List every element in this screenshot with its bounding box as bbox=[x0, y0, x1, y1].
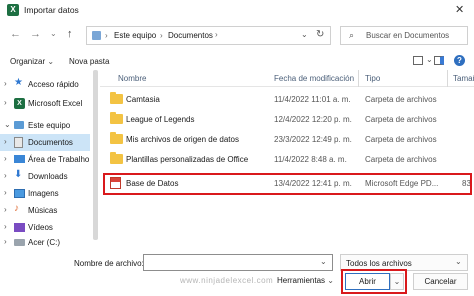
column-header-size[interactable]: Tamaño bbox=[453, 74, 474, 83]
folder-icon bbox=[110, 112, 123, 124]
search-box[interactable]: ⌕ Buscar en Documentos bbox=[340, 26, 468, 45]
excel-icon: X bbox=[14, 98, 25, 109]
sidebar-item-documentos[interactable]: › Documentos bbox=[0, 134, 90, 151]
filename-label: Nombre de archivo: bbox=[74, 259, 144, 268]
folder-icon bbox=[110, 132, 123, 144]
filename-dropdown-icon[interactable]: ⌄ bbox=[320, 257, 327, 266]
sidebar-item-acceso-rapido[interactable]: › ★ Acceso rápido bbox=[0, 76, 90, 93]
file-type: Carpeta de archivos bbox=[365, 115, 437, 124]
file-row-plantillas[interactable]: Plantillas personalizadas de Office 11/4… bbox=[104, 150, 474, 170]
refresh-icon[interactable]: ↻ bbox=[316, 29, 324, 40]
file-date: 11/4/2022 8:48 a. m. bbox=[274, 155, 347, 164]
sidebar-item-musicas[interactable]: › ♪ Músicas bbox=[0, 202, 90, 219]
navigation-pane: › ★ Acceso rápido › X Microsoft Excel ⌄ … bbox=[0, 70, 90, 250]
excel-app-icon: X bbox=[7, 4, 19, 16]
file-row-camtasia[interactable]: Camtasia 11/4/2022 11:01 a. m. Carpeta d… bbox=[104, 90, 474, 110]
filetype-value: Todos los archivos bbox=[346, 259, 412, 268]
file-type: Carpeta de archivos bbox=[365, 135, 437, 144]
view-options-icon[interactable] bbox=[413, 56, 423, 65]
chevron-right-icon[interactable]: › bbox=[4, 137, 7, 146]
filename-input[interactable]: ⌄ bbox=[143, 254, 333, 271]
file-type: Carpeta de archivos bbox=[365, 155, 437, 164]
chevron-down-icon[interactable]: ⌄ bbox=[4, 120, 11, 129]
recent-locations-chevron-icon[interactable]: ⌄ bbox=[50, 29, 57, 38]
file-date: 11/4/2022 11:01 a. m. bbox=[274, 95, 351, 104]
music-icon: ♪ bbox=[14, 203, 19, 214]
star-icon: ★ bbox=[14, 77, 23, 88]
file-date: 12/4/2022 12:20 p. m. bbox=[274, 115, 352, 124]
chevron-down-icon: ⌄ bbox=[327, 276, 334, 285]
window-title: Importar datos bbox=[24, 5, 79, 15]
open-button-highlight bbox=[341, 269, 407, 294]
new-folder-button[interactable]: Nova pasta bbox=[69, 57, 109, 66]
help-icon[interactable]: ? bbox=[454, 55, 465, 66]
search-icon: ⌕ bbox=[349, 30, 355, 40]
sidebar-item-area-de-trabalho[interactable]: › Área de Trabalho bbox=[0, 151, 90, 168]
close-icon[interactable]: ✕ bbox=[455, 3, 464, 16]
desktop-icon bbox=[14, 155, 25, 163]
back-arrow-icon[interactable]: ← bbox=[10, 28, 21, 40]
column-divider[interactable] bbox=[447, 70, 448, 87]
breadcrumb-chevron-icon: › bbox=[160, 31, 163, 40]
forward-arrow-icon[interactable]: → bbox=[30, 28, 41, 40]
breadcrumb-chevron-icon: › bbox=[105, 31, 108, 40]
cancel-button[interactable]: Cancelar bbox=[413, 273, 468, 290]
chevron-right-icon[interactable]: › bbox=[4, 188, 7, 197]
breadcrumb-dropdown-chevron-icon[interactable]: › bbox=[215, 30, 218, 39]
sidebar-item-este-equipo[interactable]: ⌄ Este equipo bbox=[0, 117, 90, 134]
chevron-right-icon[interactable]: › bbox=[4, 237, 7, 246]
chevron-right-icon[interactable]: › bbox=[4, 79, 7, 88]
breadcrumb-item-este-equipo[interactable]: Este equipo bbox=[114, 31, 156, 40]
sidebar-item-acer-c[interactable]: › Acer (C:) bbox=[0, 234, 90, 251]
file-name: League of Legends bbox=[126, 115, 195, 124]
sidebar-item-downloads[interactable]: › ⬇ Downloads bbox=[0, 168, 90, 185]
sidebar-item-imagens[interactable]: › Imagens bbox=[0, 185, 90, 202]
file-name: Camtasia bbox=[126, 95, 160, 104]
column-header-date[interactable]: Fecha de modificación bbox=[274, 74, 354, 83]
organize-label: Organizar bbox=[10, 57, 46, 66]
tools-label: Herramientas bbox=[277, 276, 326, 285]
file-type: Carpeta de archivos bbox=[365, 95, 437, 104]
watermark-text: www.ninjadelexcel.com bbox=[180, 276, 274, 285]
address-bar[interactable]: › Este equipo › Documentos › ⌄ ↻ bbox=[86, 26, 331, 45]
selected-file-highlight bbox=[103, 173, 472, 195]
search-input[interactable]: Buscar en Documentos bbox=[366, 31, 449, 40]
organize-button[interactable]: Organizar ⌄ bbox=[10, 57, 54, 66]
view-chevron-icon[interactable]: ⌄ bbox=[426, 55, 433, 64]
file-date: 23/3/2022 12:49 p. m. bbox=[274, 135, 352, 144]
filetype-dropdown-icon[interactable]: ⌄ bbox=[455, 257, 462, 266]
download-icon: ⬇ bbox=[14, 169, 23, 180]
file-row-mis-archivos[interactable]: Mis archivos de origen de datos 23/3/202… bbox=[104, 130, 474, 150]
column-header-row: Nombre Fecha de modificación Tipo Tamaño bbox=[100, 70, 474, 87]
chevron-right-icon[interactable]: › bbox=[4, 205, 7, 214]
sidebar-scrollbar[interactable] bbox=[93, 70, 98, 240]
column-header-name[interactable]: Nombre bbox=[118, 74, 146, 83]
chevron-right-icon[interactable]: › bbox=[4, 171, 7, 180]
chevron-right-icon[interactable]: › bbox=[4, 222, 7, 231]
up-arrow-icon[interactable]: ↑ bbox=[67, 28, 73, 40]
folder-icon bbox=[110, 152, 123, 164]
file-name: Plantillas personalizadas de Office bbox=[126, 155, 249, 164]
column-header-type[interactable]: Tipo bbox=[365, 74, 380, 83]
chevron-right-icon[interactable]: › bbox=[4, 98, 7, 107]
documents-icon bbox=[14, 137, 23, 148]
preview-pane-icon[interactable] bbox=[434, 56, 444, 65]
column-divider[interactable] bbox=[358, 70, 359, 87]
cancel-label: Cancelar bbox=[424, 277, 457, 286]
file-row-league-of-legends[interactable]: League of Legends 12/4/2022 12:20 p. m. … bbox=[104, 110, 474, 130]
tools-button[interactable]: Herramientas ⌄ bbox=[277, 276, 334, 285]
pictures-icon bbox=[14, 189, 25, 198]
breadcrumb-item-documentos[interactable]: Documentos bbox=[168, 31, 213, 40]
computer-icon bbox=[92, 31, 101, 40]
sidebar-item-microsoft-excel[interactable]: › X Microsoft Excel bbox=[0, 95, 90, 112]
chevron-down-icon: ⌄ bbox=[47, 57, 55, 66]
address-dropdown-icon[interactable]: ⌄ bbox=[301, 30, 308, 39]
file-name: Mis archivos de origen de datos bbox=[126, 135, 239, 144]
computer-icon bbox=[14, 121, 24, 129]
drive-icon bbox=[14, 239, 25, 246]
chevron-right-icon[interactable]: › bbox=[4, 154, 7, 163]
videos-icon bbox=[14, 223, 25, 232]
folder-icon bbox=[110, 92, 123, 104]
